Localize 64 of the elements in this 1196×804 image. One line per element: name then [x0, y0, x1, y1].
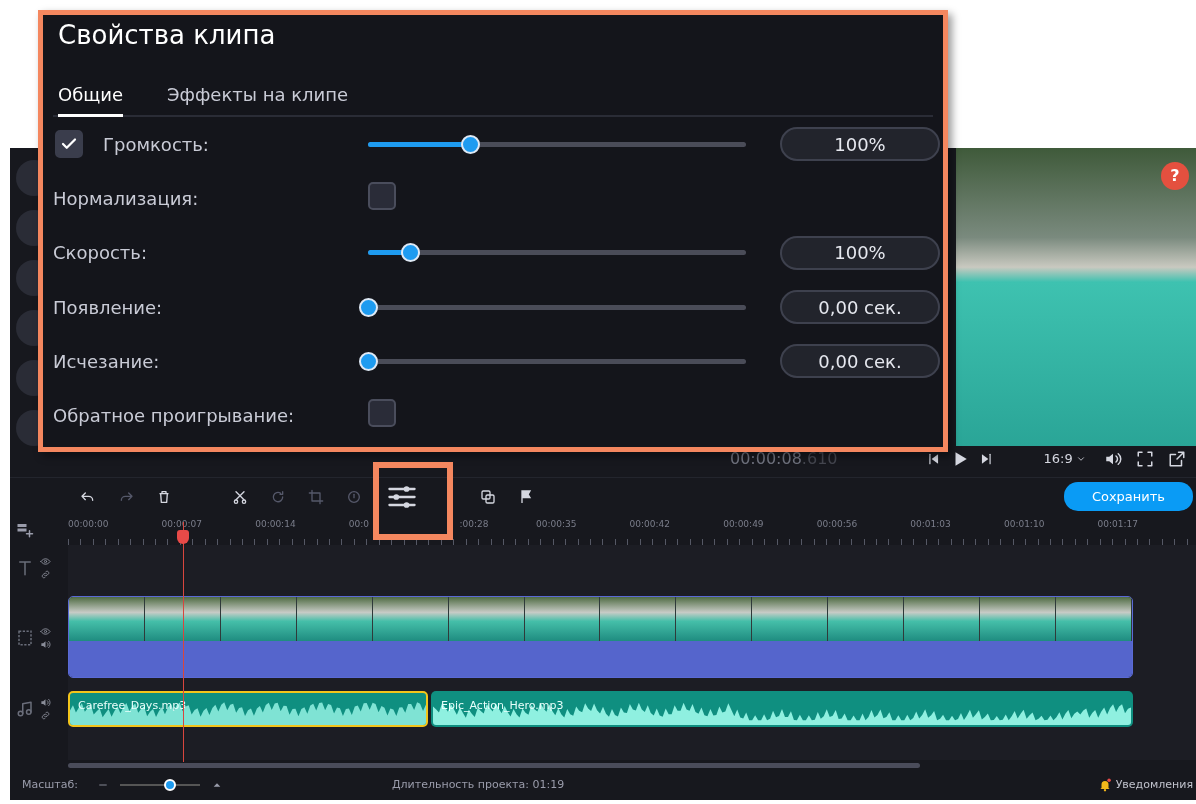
fullscreen-button[interactable] — [1135, 449, 1154, 468]
video-track-icon — [16, 628, 34, 647]
link-icon[interactable] — [40, 710, 51, 721]
time-label: 00:00:00 — [68, 518, 110, 531]
volume-icon[interactable] — [40, 697, 51, 708]
time-label: 00:0 — [348, 518, 370, 531]
rotate-icon — [270, 488, 286, 505]
value-field[interactable]: 0,00 сек. — [780, 290, 940, 325]
zoom-label: Масштаб: — [22, 776, 78, 793]
value-field[interactable]: 0,00 сек. — [780, 344, 940, 379]
slider-thumb[interactable] — [359, 297, 378, 317]
value-field[interactable]: 100% — [780, 127, 940, 162]
time-label: 00:01:10 — [1003, 518, 1046, 531]
checkbox[interactable] — [368, 181, 396, 210]
time-label: 00:00:42 — [629, 518, 671, 531]
playhead-handle[interactable] — [177, 530, 189, 544]
project-duration: Длительность проекта: 01:19 — [392, 776, 565, 793]
cut-icon — [232, 488, 248, 505]
video-clip[interactable] — [68, 596, 1133, 678]
info-icon — [346, 488, 362, 505]
field-label: Нормализация: — [53, 186, 199, 211]
checkbox[interactable] — [55, 130, 83, 159]
visibility-icon[interactable] — [40, 555, 51, 567]
link-icon[interactable] — [40, 568, 51, 580]
time-label: 00:01:17 — [1097, 518, 1139, 531]
field-label: Громкость: — [103, 132, 209, 157]
time-label: 00:00:49 — [723, 518, 765, 531]
slider-thumb[interactable] — [461, 134, 481, 154]
audio-clip[interactable]: Epic_Action_Hero.mp3 — [431, 691, 1133, 727]
fullscreen-icon — [1135, 449, 1154, 468]
volume-icon[interactable] — [40, 638, 51, 650]
scrollbar[interactable] — [68, 762, 920, 768]
field-label: Скорость: — [53, 241, 147, 266]
tab[interactable]: Общие — [58, 81, 123, 117]
overlay-icon — [480, 488, 496, 505]
dialog-title: Свойства клипа — [58, 19, 277, 52]
next-icon — [979, 451, 994, 466]
next-button[interactable] — [979, 451, 994, 466]
popout-button[interactable] — [1167, 449, 1186, 468]
tab[interactable]: Эффекты на клипе — [167, 81, 349, 117]
crop-icon — [308, 488, 324, 505]
visibility-icon[interactable] — [40, 625, 51, 637]
notifications-button[interactable]: Уведомления — [1097, 776, 1193, 794]
text-track-icon — [16, 558, 34, 577]
clip-name: Epic_Action_Hero.mp3 — [440, 698, 565, 714]
time-label: 00:01:03 — [910, 518, 952, 531]
time-label: 00:00:56 — [816, 518, 859, 531]
add-track-icon — [16, 521, 34, 539]
field-label: Появление: — [53, 295, 163, 320]
popout-icon — [1167, 449, 1186, 468]
value-field[interactable]: 100% — [780, 235, 940, 270]
time-label: 00:00:35 — [535, 518, 578, 531]
slider-thumb[interactable] — [359, 351, 378, 371]
field-label: Исчезание: — [53, 349, 160, 374]
help-button[interactable]: ? — [1161, 162, 1189, 190]
time-label: 00:00:14 — [255, 518, 297, 531]
delete-icon — [156, 488, 172, 505]
field-label: Обратное проигрывание: — [53, 404, 295, 429]
aspect-ratio-dropdown[interactable]: 16:9 — [1043, 448, 1086, 469]
marker-icon — [518, 488, 534, 505]
time-label: :00:28 — [458, 518, 489, 531]
checkbox[interactable] — [368, 399, 396, 428]
slider-thumb[interactable] — [400, 243, 420, 263]
music-note-icon — [16, 700, 34, 718]
